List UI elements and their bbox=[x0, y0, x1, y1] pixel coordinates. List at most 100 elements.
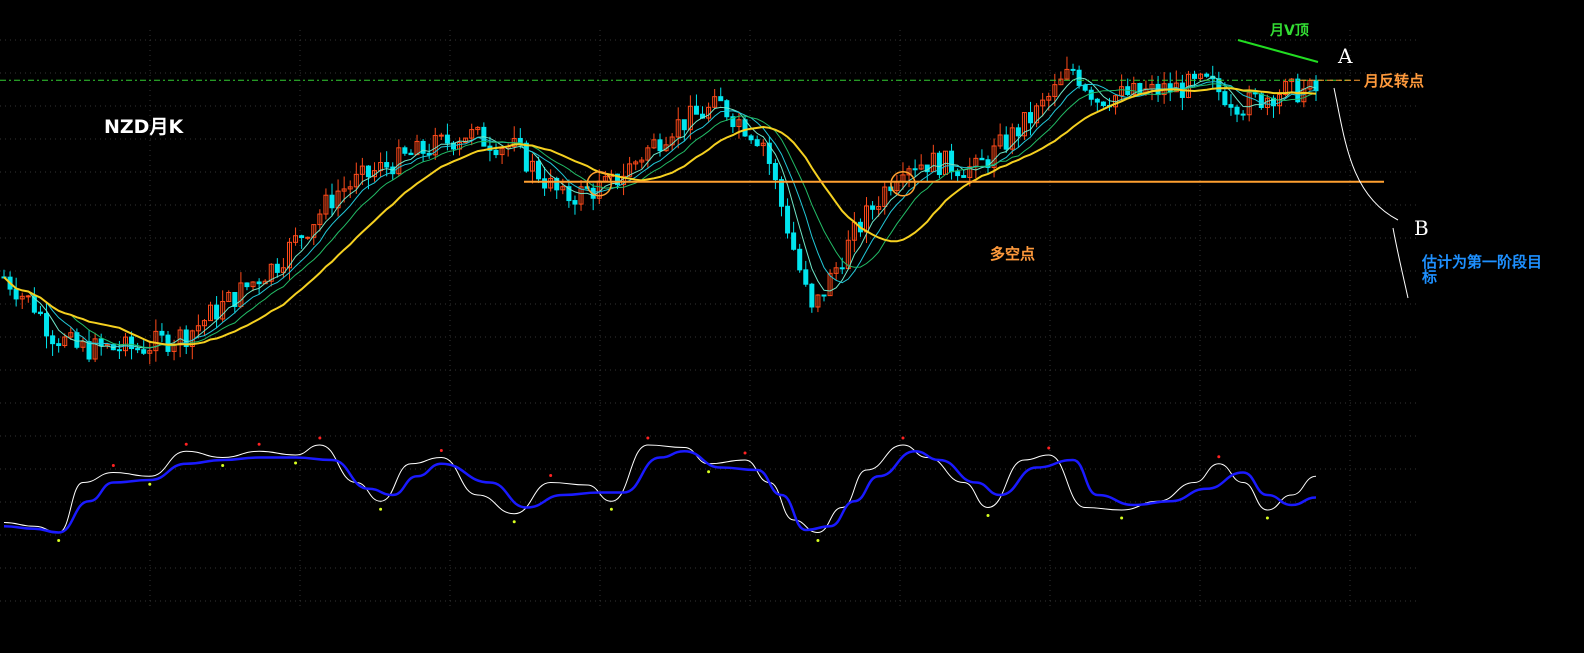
oscillator-top-dot bbox=[646, 436, 650, 440]
oscillator-top-dot bbox=[439, 449, 443, 452]
candle-body bbox=[141, 349, 147, 354]
candle-body bbox=[754, 139, 760, 147]
candle-body bbox=[1070, 68, 1076, 71]
oscillator-bottom-dot bbox=[512, 520, 516, 524]
ma-5-line bbox=[3, 75, 1317, 349]
candle-body bbox=[542, 178, 548, 189]
candle-body bbox=[748, 135, 754, 141]
ma-12-line bbox=[3, 83, 1317, 349]
oscillator-top-dot bbox=[901, 436, 905, 440]
oscillator-top-dot bbox=[257, 442, 261, 446]
point-a-label: A bbox=[1338, 44, 1353, 68]
candle-body bbox=[135, 348, 141, 351]
candle-body bbox=[384, 162, 390, 168]
candle-body bbox=[797, 248, 803, 271]
candle-body bbox=[98, 338, 104, 347]
candle-body bbox=[1228, 104, 1234, 108]
target-note-label: 估计为第一阶段目标 bbox=[1422, 253, 1543, 286]
candle-body bbox=[693, 105, 699, 115]
candle-body bbox=[1204, 73, 1210, 77]
candle-body bbox=[955, 171, 961, 177]
candle-body bbox=[1222, 91, 1228, 106]
candle-body bbox=[444, 134, 450, 144]
candle-body bbox=[44, 313, 50, 337]
candle-body bbox=[791, 232, 797, 250]
oscillator-bottom-dot bbox=[609, 507, 613, 511]
candle-body bbox=[1252, 92, 1258, 95]
candle-body bbox=[912, 168, 918, 171]
ma-20-line bbox=[3, 87, 1317, 346]
candle-body bbox=[718, 96, 724, 102]
candle-body bbox=[523, 142, 529, 172]
candle-body bbox=[299, 235, 305, 239]
point-b-label: B bbox=[1414, 216, 1429, 240]
candle-body bbox=[536, 160, 542, 180]
candle-body bbox=[778, 179, 784, 207]
candle-body bbox=[961, 175, 967, 178]
projection-curve-a-b bbox=[1333, 87, 1399, 221]
candle-body bbox=[56, 343, 62, 347]
candle-body bbox=[116, 349, 122, 352]
monthly-v-top-label: 月V顶 bbox=[1270, 23, 1309, 39]
long-short-point-label: 多空点 bbox=[990, 245, 1036, 263]
oscillator-bottom-dot bbox=[294, 461, 298, 465]
oscillator-bottom-dot bbox=[1120, 516, 1124, 520]
oscillator-top-dot bbox=[318, 436, 322, 440]
v-top-line bbox=[1237, 39, 1319, 63]
oscillator-top-dot bbox=[1047, 446, 1051, 450]
oscillator-bottom-dot bbox=[57, 539, 61, 542]
candle-body bbox=[214, 304, 220, 320]
chart-title: NZD月K bbox=[104, 116, 184, 138]
oscillator-top-dot bbox=[184, 442, 188, 446]
candle-body bbox=[305, 236, 311, 239]
monthly-reversal-point-label: 月反转点 bbox=[1364, 72, 1425, 90]
oscillator-top-dot bbox=[743, 451, 747, 455]
candle-body bbox=[809, 283, 815, 308]
candle-body bbox=[50, 335, 56, 345]
candle-body bbox=[657, 139, 663, 152]
candle-body bbox=[803, 269, 809, 285]
candle-body bbox=[870, 205, 876, 210]
candle-body bbox=[438, 134, 444, 137]
oscillator-top-dot bbox=[1217, 455, 1221, 459]
candle-body bbox=[274, 263, 280, 273]
candle-body bbox=[1100, 101, 1106, 106]
candle-body bbox=[681, 119, 687, 131]
oscillator-bottom-dot bbox=[148, 482, 152, 486]
candle-body bbox=[949, 150, 955, 173]
oscillator-top-dot bbox=[111, 464, 115, 467]
candle-body bbox=[936, 152, 942, 176]
oscillator-bottom-dot bbox=[986, 514, 990, 517]
candle-body bbox=[1192, 73, 1198, 79]
candle-body bbox=[572, 200, 578, 205]
oscillator-slow-line bbox=[3, 449, 1317, 534]
candle-body bbox=[13, 288, 19, 300]
candle-body bbox=[1240, 113, 1246, 116]
chart-stage: NZD月K 月V顶 A B 月反转点 多空点 估计为第一阶段目标 bbox=[0, 0, 1584, 653]
candle-body bbox=[244, 282, 250, 288]
candle-body bbox=[979, 157, 985, 161]
candle-body bbox=[408, 152, 414, 156]
candle-body bbox=[493, 149, 499, 156]
oscillator-bottom-dot bbox=[816, 539, 820, 542]
candle-body bbox=[1028, 112, 1034, 124]
candle-body bbox=[1094, 98, 1100, 103]
candle-body bbox=[402, 147, 408, 154]
candle-body bbox=[772, 162, 778, 181]
candle-body bbox=[365, 165, 371, 178]
candle-body bbox=[1082, 84, 1088, 91]
oscillator-bottom-dot bbox=[221, 464, 225, 467]
candle-body bbox=[785, 205, 791, 234]
candle-body bbox=[165, 334, 171, 352]
oscillator-top-dot bbox=[549, 474, 553, 477]
candle-body bbox=[86, 341, 92, 360]
candle-body bbox=[1295, 78, 1301, 103]
candle-body bbox=[1313, 79, 1319, 92]
candle-body bbox=[159, 330, 165, 336]
ma-8-line bbox=[3, 81, 1317, 349]
candle-body bbox=[821, 294, 827, 297]
candle-body bbox=[1234, 106, 1240, 115]
candle-body bbox=[1258, 93, 1264, 109]
candle-body bbox=[329, 194, 335, 209]
candle-body bbox=[1088, 89, 1094, 100]
